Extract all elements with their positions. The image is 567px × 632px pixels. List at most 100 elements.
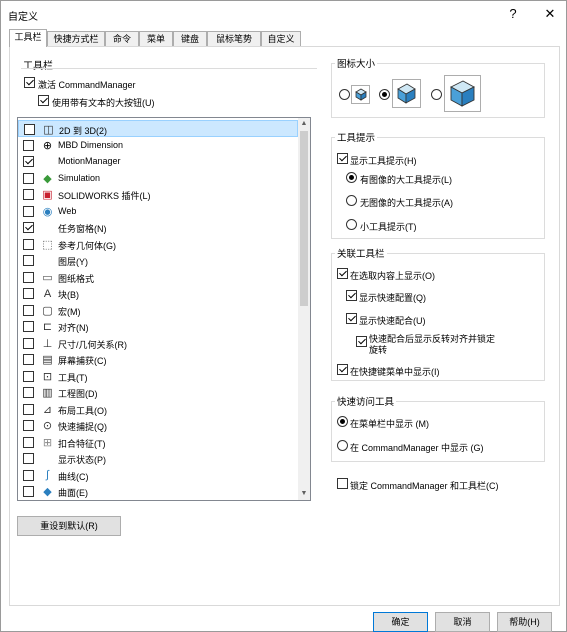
toolbar-item-checkbox[interactable]: [23, 189, 34, 200]
toolbar-item-checkbox[interactable]: [23, 387, 34, 398]
ok-button[interactable]: 确定: [373, 612, 428, 632]
toolbar-item-checkbox[interactable]: [23, 205, 34, 217]
curves-icon: ∫: [45, 469, 49, 481]
tab-keyboard[interactable]: 键盘: [173, 31, 207, 47]
toolbar-item-checkbox[interactable]: [23, 238, 34, 250]
toolbar-item-checkbox[interactable]: [23, 139, 34, 151]
scroll-thumb[interactable]: [300, 131, 308, 306]
show-in-shortcut-menu-checkbox[interactable]: [337, 364, 348, 375]
icon-size-large-radio[interactable]: [431, 89, 442, 100]
solidworks-addins-icon: ▣: [42, 189, 53, 201]
simulation-icon: ◆: [43, 172, 52, 185]
toolbar-item-label: 宏(M): [58, 306, 81, 317]
tab-menus[interactable]: 菜单: [139, 31, 173, 47]
toolbar-list-item[interactable]: ⊏ 对齐(N): [18, 318, 298, 335]
toolbar-item-label: 任务窗格(N): [58, 224, 107, 234]
fastening-features-icon: ⊞: [42, 436, 53, 449]
toolbar-item-checkbox[interactable]: [23, 222, 34, 233]
show-quick-mates-checkbox[interactable]: [346, 313, 357, 324]
tooltip-large-no-image-radio[interactable]: [346, 195, 357, 206]
toolbar-list[interactable]: ◫ 2D 到 3D(2) ⊕ MBD Dimension MotionManager ◆ S…: [17, 117, 311, 501]
lock-toolbars-checkbox[interactable]: [337, 478, 348, 489]
show-on-selection-label: 在选取内容上显示(O): [350, 271, 435, 281]
tab-customization[interactable]: 自定义: [261, 31, 301, 47]
toolbar-item-checkbox[interactable]: [23, 486, 34, 497]
toolbar-list-item[interactable]: ⊞ 扣合特征(T): [18, 434, 298, 451]
toolbar-list-item[interactable]: ⊥ 尺寸/几何关系(R): [18, 335, 298, 352]
toolbar-list-item[interactable]: ⊡ 工具(T): [18, 368, 298, 385]
toolbar-list-item[interactable]: MotionManager: [18, 153, 298, 170]
toolbar-item-checkbox[interactable]: [23, 337, 34, 349]
help-title-button[interactable]: ?: [501, 4, 525, 24]
toolbar-list-item[interactable]: 图层(Y): [18, 252, 298, 269]
icon-size-small-radio[interactable]: [339, 89, 350, 100]
toolbar-item-label: 工程图(D): [58, 389, 98, 399]
toolbar-item-checkbox[interactable]: [23, 469, 34, 481]
toolbar-list-item[interactable]: ◆ Simulation: [18, 170, 298, 187]
toolbar-list-scrollbar[interactable]: ▲ ▼: [298, 118, 310, 500]
close-button[interactable]: ✕: [538, 4, 562, 24]
tab-commands[interactable]: 命令: [105, 31, 139, 47]
large-icon-preview: [444, 75, 481, 112]
toolbar-list-item[interactable]: ◆ 曲面(E): [18, 483, 298, 500]
toolbar-list-item[interactable]: ⊿ 布局工具(O): [18, 401, 298, 418]
activate-commandmanager-checkbox[interactable]: [24, 77, 35, 88]
toolbar-item-label: 显示状态(P): [58, 455, 106, 465]
icon-size-title: 图标大小: [335, 56, 378, 70]
scroll-up-arrow[interactable]: ▲: [298, 118, 310, 130]
toolbar-list-item[interactable]: 任务窗格(N): [18, 219, 298, 236]
scroll-down-arrow[interactable]: ▼: [298, 488, 310, 500]
toolbar-list-item[interactable]: ∫ 曲线(C): [18, 467, 298, 484]
toolbar-list-item[interactable]: ◉ Web: [18, 203, 298, 220]
toolbar-list-item[interactable]: 显示状态(P): [18, 450, 298, 467]
toolbar-list-item[interactable]: ⬚ 参考几何体(G): [18, 236, 298, 253]
toolbar-item-checkbox[interactable]: [23, 420, 34, 431]
toolbar-list-item[interactable]: ◫ 2D 到 3D(2): [18, 120, 298, 137]
toolbar-list-item[interactable]: ⊕ MBD Dimension: [18, 137, 298, 154]
toolbar-list-item[interactable]: ▣ SOLIDWORKS 插件(L): [18, 186, 298, 203]
reverse-align-lock-rotation-checkbox[interactable]: [356, 336, 367, 347]
help-button[interactable]: 帮助(H): [497, 612, 552, 632]
toolbar-list-item[interactable]: ⊙ 快速捕捉(Q): [18, 417, 298, 434]
toolbar-item-checkbox[interactable]: [23, 255, 34, 266]
show-tooltips-label: 显示工具提示(H): [350, 156, 417, 166]
toolbar-item-checkbox[interactable]: [23, 271, 34, 283]
reset-to-default-button[interactable]: 重设到默认(R): [17, 516, 121, 536]
icon-size-medium-radio[interactable]: [379, 89, 390, 100]
toolbar-item-checkbox[interactable]: [23, 436, 34, 448]
toolbar-list-item[interactable]: A 块(B): [18, 285, 298, 302]
reverse-align-lock-rotation-label: 快速配合后显示反转对齐并锁定旋转: [369, 334, 496, 355]
toolbar-list-item[interactable]: ▥ 工程图(D): [18, 384, 298, 401]
tab-shortcut-bars[interactable]: 快捷方式栏: [47, 31, 105, 47]
toolbar-item-checkbox[interactable]: [23, 321, 34, 332]
cancel-button[interactable]: 取消: [435, 612, 490, 632]
toolbar-item-checkbox[interactable]: [23, 453, 34, 464]
quick-access-menubar-radio[interactable]: [337, 416, 348, 427]
toolbar-list-item[interactable]: ▭ 图纸格式: [18, 269, 298, 286]
activate-commandmanager-label: 激活 CommandManager: [38, 80, 136, 90]
toolbar-item-label: 曲线(C): [58, 471, 89, 482]
tooltip-small-radio[interactable]: [346, 219, 357, 230]
tab-toolbars[interactable]: 工具栏: [9, 29, 47, 47]
show-on-selection-checkbox[interactable]: [337, 268, 348, 279]
toolbar-item-checkbox[interactable]: [23, 403, 34, 415]
quick-access-commandmanager-radio[interactable]: [337, 440, 348, 451]
show-tooltips-checkbox[interactable]: [337, 153, 348, 164]
toolbar-item-checkbox[interactable]: [23, 172, 34, 184]
toolbar-item-checkbox[interactable]: [23, 156, 34, 167]
toolbar-list-item[interactable]: ▢ 宏(M): [18, 302, 298, 319]
toolbar-item-checkbox[interactable]: [23, 304, 34, 316]
tab-mouse-gestures[interactable]: 鼠标笔势: [207, 31, 261, 47]
toolbar-item-label: 尺寸/几何关系(R): [58, 339, 127, 350]
toolbar-item-label: 2D 到 3D(2): [59, 126, 108, 136]
show-quick-config-checkbox[interactable]: [346, 290, 357, 301]
large-buttons-checkbox[interactable]: [38, 95, 49, 106]
toolbar-item-checkbox[interactable]: [23, 370, 34, 382]
customize-dialog: 自定义 ? ✕ 工具栏 快捷方式栏 命令 菜单 键盘 鼠标笔势 自定义 工具栏 …: [0, 0, 567, 632]
toolbar-item-checkbox[interactable]: [23, 354, 34, 365]
mbd-dimension-icon: ⊕: [42, 139, 53, 152]
toolbar-item-checkbox[interactable]: [23, 288, 34, 299]
toolbar-item-checkbox[interactable]: [24, 124, 35, 135]
toolbar-list-item[interactable]: ▤ 屏幕捕获(C): [18, 351, 298, 368]
tooltip-large-with-image-radio[interactable]: [346, 172, 357, 183]
